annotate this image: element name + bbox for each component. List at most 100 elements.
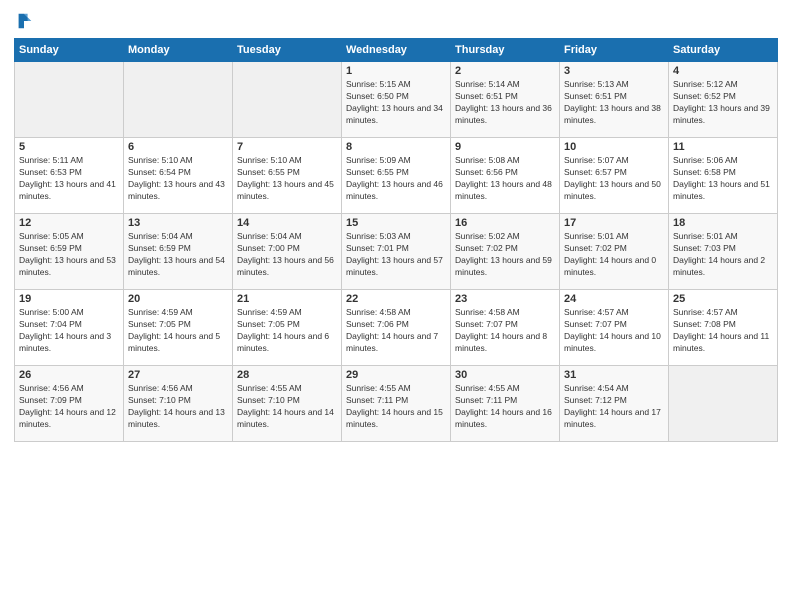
day-number-10: 10	[564, 141, 664, 153]
day-info-27: Sunrise: 4:56 AM Sunset: 7:10 PM Dayligh…	[128, 383, 228, 431]
day-info-19: Sunrise: 5:00 AM Sunset: 7:04 PM Dayligh…	[19, 307, 119, 355]
day-info-30: Sunrise: 4:55 AM Sunset: 7:11 PM Dayligh…	[455, 383, 555, 431]
day-cell-26: 26 Sunrise: 4:56 AM Sunset: 7:09 PM Dayli…	[15, 366, 124, 442]
day-info-6: Sunrise: 5:10 AM Sunset: 6:54 PM Dayligh…	[128, 155, 228, 203]
day-number-4: 4	[673, 65, 773, 77]
day-cell-22: 22 Sunrise: 4:58 AM Sunset: 7:06 PM Dayli…	[342, 290, 451, 366]
day-number-20: 20	[128, 293, 228, 305]
day-cell-24: 24 Sunrise: 4:57 AM Sunset: 7:07 PM Dayli…	[560, 290, 669, 366]
day-number-19: 19	[19, 293, 119, 305]
day-number-16: 16	[455, 217, 555, 229]
day-info-5: Sunrise: 5:11 AM Sunset: 6:53 PM Dayligh…	[19, 155, 119, 203]
day-number-8: 8	[346, 141, 446, 153]
day-cell-7: 7 Sunrise: 5:10 AM Sunset: 6:55 PM Daylig…	[233, 138, 342, 214]
day-number-26: 26	[19, 369, 119, 381]
day-info-31: Sunrise: 4:54 AM Sunset: 7:12 PM Dayligh…	[564, 383, 664, 431]
day-cell-10: 10 Sunrise: 5:07 AM Sunset: 6:57 PM Dayli…	[560, 138, 669, 214]
day-cell-30: 30 Sunrise: 4:55 AM Sunset: 7:11 PM Dayli…	[451, 366, 560, 442]
day-number-27: 27	[128, 369, 228, 381]
day-cell-9: 9 Sunrise: 5:08 AM Sunset: 6:56 PM Daylig…	[451, 138, 560, 214]
day-cell-27: 27 Sunrise: 4:56 AM Sunset: 7:10 PM Dayli…	[124, 366, 233, 442]
day-number-29: 29	[346, 369, 446, 381]
day-number-21: 21	[237, 293, 337, 305]
calendar: SundayMondayTuesdayWednesdayThursdayFrid…	[14, 38, 778, 442]
day-number-30: 30	[455, 369, 555, 381]
day-cell-14: 14Sunrise: 5:04 AM Sunset: 7:00 PM Dayli…	[233, 214, 342, 290]
day-number-22: 22	[346, 293, 446, 305]
day-info-29: Sunrise: 4:55 AM Sunset: 7:11 PM Dayligh…	[346, 383, 446, 431]
day-info-24: Sunrise: 4:57 AM Sunset: 7:07 PM Dayligh…	[564, 307, 664, 355]
day-number-18: 18	[673, 217, 773, 229]
day-cell-21: 21 Sunrise: 4:59 AM Sunset: 7:05 PM Dayli…	[233, 290, 342, 366]
day-info-1: Sunrise: 5:15 AM Sunset: 6:50 PM Dayligh…	[346, 79, 446, 127]
week-row-5: 26 Sunrise: 4:56 AM Sunset: 7:09 PM Dayli…	[15, 366, 778, 442]
logo-flag-icon	[15, 12, 33, 30]
page: SundayMondayTuesdayWednesdayThursdayFrid…	[0, 0, 792, 612]
day-info-14: Sunrise: 5:04 AM Sunset: 7:00 PM Dayligh…	[237, 231, 337, 279]
day-info-23: Sunrise: 4:58 AM Sunset: 7:07 PM Dayligh…	[455, 307, 555, 355]
day-cell-13: 13 Sunrise: 5:04 AM Sunset: 6:59 PM Dayli…	[124, 214, 233, 290]
logo	[14, 12, 33, 30]
day-info-17: Sunrise: 5:01 AM Sunset: 7:02 PM Dayligh…	[564, 231, 664, 279]
day-number-5: 5	[19, 141, 119, 153]
day-number-24: 24	[564, 293, 664, 305]
day-number-23: 23	[455, 293, 555, 305]
day-info-7: Sunrise: 5:10 AM Sunset: 6:55 PM Dayligh…	[237, 155, 337, 203]
day-number-9: 9	[455, 141, 555, 153]
day-cell-empty	[233, 62, 342, 138]
day-number-11: 11	[673, 141, 773, 153]
day-cell-empty	[15, 62, 124, 138]
header-tuesday: Tuesday	[233, 39, 342, 62]
day-cell-6: 6Sunrise: 5:10 AM Sunset: 6:54 PM Daylig…	[124, 138, 233, 214]
day-info-2: Sunrise: 5:14 AM Sunset: 6:51 PM Dayligh…	[455, 79, 555, 127]
day-number-25: 25	[673, 293, 773, 305]
day-info-26: Sunrise: 4:56 AM Sunset: 7:09 PM Dayligh…	[19, 383, 119, 431]
day-info-20: Sunrise: 4:59 AM Sunset: 7:05 PM Dayligh…	[128, 307, 228, 355]
day-cell-23: 23 Sunrise: 4:58 AM Sunset: 7:07 PM Dayli…	[451, 290, 560, 366]
header-monday: Monday	[124, 39, 233, 62]
day-info-18: Sunrise: 5:01 AM Sunset: 7:03 PM Dayligh…	[673, 231, 773, 279]
day-info-25: Sunrise: 4:57 AM Sunset: 7:08 PM Dayligh…	[673, 307, 773, 355]
calendar-header-row: SundayMondayTuesdayWednesdayThursdayFrid…	[15, 39, 778, 62]
day-cell-29: 29 Sunrise: 4:55 AM Sunset: 7:11 PM Dayli…	[342, 366, 451, 442]
day-cell-3: 3 Sunrise: 5:13 AM Sunset: 6:51 PM Daylig…	[560, 62, 669, 138]
day-cell-25: 25 Sunrise: 4:57 AM Sunset: 7:08 PM Dayli…	[669, 290, 778, 366]
day-cell-4: 4 Sunrise: 5:12 AM Sunset: 6:52 PM Daylig…	[669, 62, 778, 138]
week-row-1: 1 Sunrise: 5:15 AM Sunset: 6:50 PM Daylig…	[15, 62, 778, 138]
day-info-16: Sunrise: 5:02 AM Sunset: 7:02 PM Dayligh…	[455, 231, 555, 279]
header	[14, 12, 778, 30]
week-row-3: 12Sunrise: 5:05 AM Sunset: 6:59 PM Dayli…	[15, 214, 778, 290]
day-cell-15: 15Sunrise: 5:03 AM Sunset: 7:01 PM Dayli…	[342, 214, 451, 290]
day-cell-16: 16 Sunrise: 5:02 AM Sunset: 7:02 PM Dayli…	[451, 214, 560, 290]
day-cell-2: 2 Sunrise: 5:14 AM Sunset: 6:51 PM Daylig…	[451, 62, 560, 138]
day-info-13: Sunrise: 5:04 AM Sunset: 6:59 PM Dayligh…	[128, 231, 228, 279]
day-number-31: 31	[564, 369, 664, 381]
day-cell-1: 1 Sunrise: 5:15 AM Sunset: 6:50 PM Daylig…	[342, 62, 451, 138]
day-cell-17: 17Sunrise: 5:01 AM Sunset: 7:02 PM Dayli…	[560, 214, 669, 290]
day-info-9: Sunrise: 5:08 AM Sunset: 6:56 PM Dayligh…	[455, 155, 555, 203]
day-cell-31: 31 Sunrise: 4:54 AM Sunset: 7:12 PM Dayli…	[560, 366, 669, 442]
day-info-8: Sunrise: 5:09 AM Sunset: 6:55 PM Dayligh…	[346, 155, 446, 203]
day-info-4: Sunrise: 5:12 AM Sunset: 6:52 PM Dayligh…	[673, 79, 773, 127]
header-saturday: Saturday	[669, 39, 778, 62]
week-row-2: 5 Sunrise: 5:11 AM Sunset: 6:53 PM Daylig…	[15, 138, 778, 214]
header-friday: Friday	[560, 39, 669, 62]
day-number-2: 2	[455, 65, 555, 77]
day-info-21: Sunrise: 4:59 AM Sunset: 7:05 PM Dayligh…	[237, 307, 337, 355]
day-number-1: 1	[346, 65, 446, 77]
day-number-13: 13	[128, 217, 228, 229]
day-info-3: Sunrise: 5:13 AM Sunset: 6:51 PM Dayligh…	[564, 79, 664, 127]
week-row-4: 19 Sunrise: 5:00 AM Sunset: 7:04 PM Dayli…	[15, 290, 778, 366]
day-info-22: Sunrise: 4:58 AM Sunset: 7:06 PM Dayligh…	[346, 307, 446, 355]
day-info-15: Sunrise: 5:03 AM Sunset: 7:01 PM Dayligh…	[346, 231, 446, 279]
day-cell-18: 18 Sunrise: 5:01 AM Sunset: 7:03 PM Dayli…	[669, 214, 778, 290]
day-cell-11: 11Sunrise: 5:06 AM Sunset: 6:58 PM Dayli…	[669, 138, 778, 214]
day-cell-12: 12Sunrise: 5:05 AM Sunset: 6:59 PM Dayli…	[15, 214, 124, 290]
day-number-3: 3	[564, 65, 664, 77]
day-cell-28: 28Sunrise: 4:55 AM Sunset: 7:10 PM Dayli…	[233, 366, 342, 442]
day-cell-8: 8 Sunrise: 5:09 AM Sunset: 6:55 PM Daylig…	[342, 138, 451, 214]
day-number-7: 7	[237, 141, 337, 153]
day-info-10: Sunrise: 5:07 AM Sunset: 6:57 PM Dayligh…	[564, 155, 664, 203]
day-number-28: 28	[237, 369, 337, 381]
day-cell-empty	[124, 62, 233, 138]
